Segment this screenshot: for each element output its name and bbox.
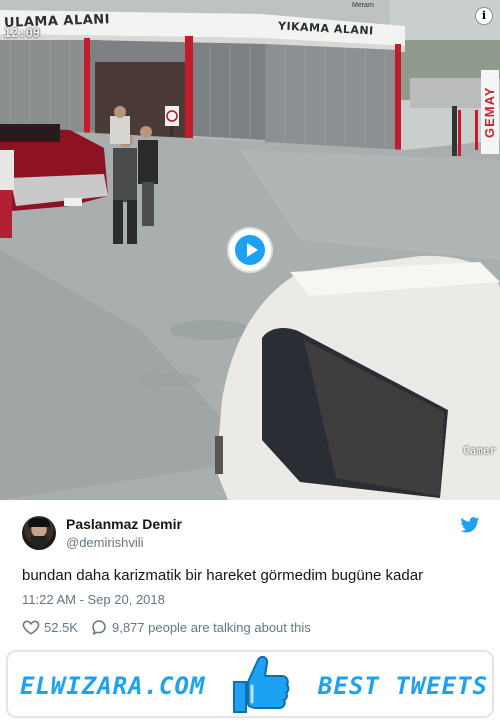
- tweet-text: bundan daha karizmatik bir hareket görme…: [22, 567, 424, 584]
- tweet-actions: 52.5K 9,877 people are talking about thi…: [22, 618, 323, 636]
- talking-count: 9,877 people are talking about this: [111, 619, 311, 635]
- branding-banner: ELWIZARA.COM BEST TWEETS: [0, 648, 500, 722]
- brand-tagline[interactable]: BEST TWEETS: [318, 672, 488, 700]
- info-icon[interactable]: i: [476, 8, 492, 24]
- tweet-card[interactable]: Paslanmaz Demir @demirishvili bundan dah…: [0, 500, 500, 648]
- thumbs-up-icon: [233, 655, 290, 713]
- tweet-video[interactable]: ULAMA ALANI YIKAMA ALANI Meram GEMAY 12:…: [0, 0, 500, 500]
- play-icon: [235, 235, 265, 265]
- tweet-timestamp[interactable]: 11:22 AM - Sep 20, 2018: [22, 592, 165, 607]
- camera-label: Camer: [462, 444, 496, 457]
- twitter-bird-icon[interactable]: [460, 517, 480, 533]
- author-handle[interactable]: @demirishvili: [66, 535, 144, 550]
- like-action[interactable]: 52.5K: [22, 618, 78, 636]
- like-count: 52.5K: [44, 619, 78, 635]
- comment-icon: [92, 620, 106, 636]
- talking-action[interactable]: 9,877 people are talking about this: [90, 618, 311, 636]
- author-name[interactable]: Paslanmaz Demir: [66, 516, 182, 532]
- play-button[interactable]: [229, 229, 271, 271]
- avatar-beard: [31, 536, 47, 548]
- avatar[interactable]: [22, 516, 56, 550]
- brand-site-name[interactable]: ELWIZARA.COM: [20, 672, 205, 700]
- street-sign: Meram: [352, 2, 374, 9]
- vertical-sign: GEMAY: [481, 70, 499, 154]
- heart-icon: [22, 620, 40, 635]
- camera-timestamp: 12:09: [4, 26, 41, 40]
- play-triangle: [247, 243, 258, 257]
- avatar-hat: [28, 518, 50, 527]
